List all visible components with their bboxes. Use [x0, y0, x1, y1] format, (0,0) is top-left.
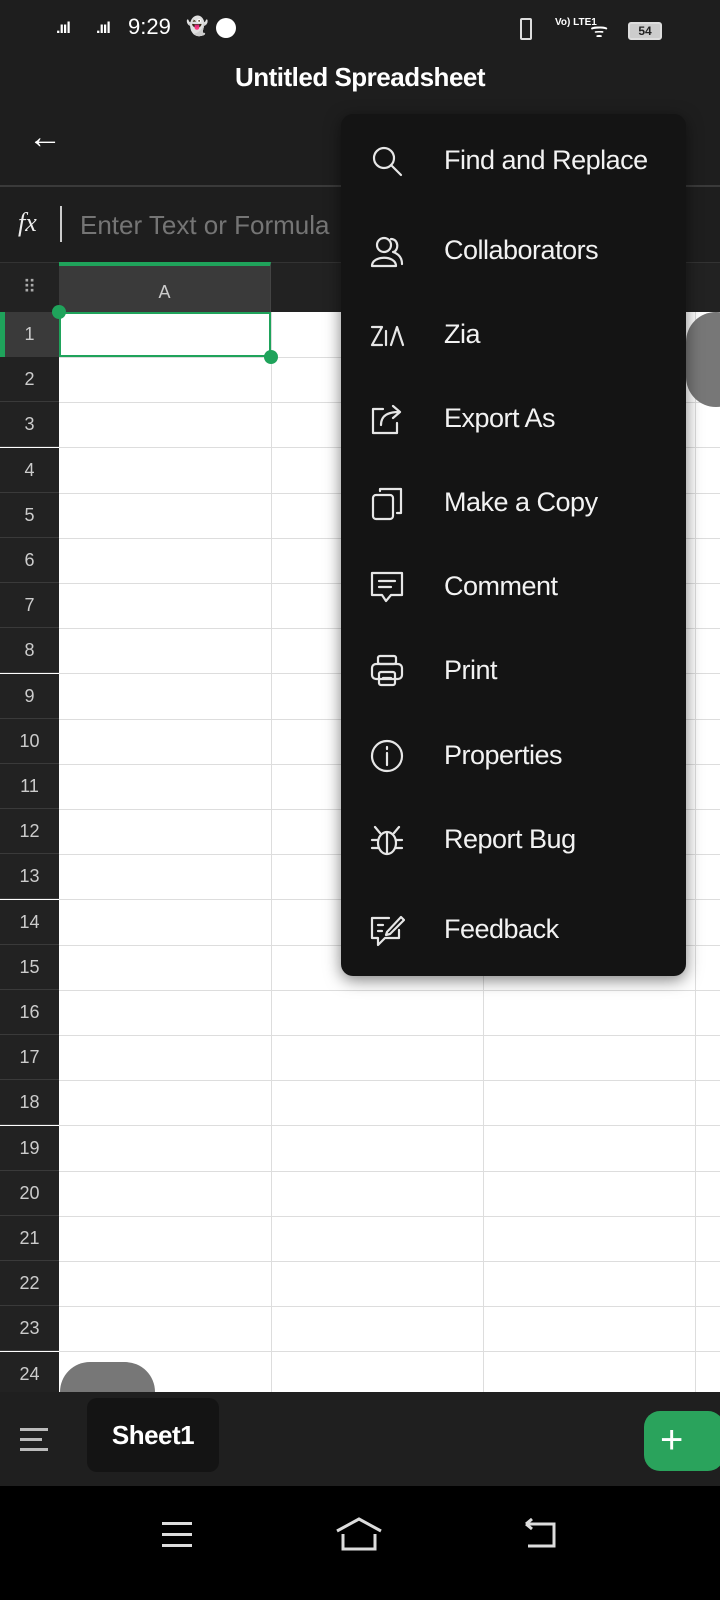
- sheet-list-icon[interactable]: [20, 1428, 50, 1451]
- battery-icon: 54: [628, 22, 662, 40]
- row-header[interactable]: 3: [0, 402, 59, 448]
- menu-item-make-a-copy[interactable]: Make a Copy: [341, 468, 686, 538]
- row-line: [59, 1080, 720, 1082]
- menu-item-label: Collaborators: [444, 235, 599, 265]
- row-line: [59, 989, 720, 991]
- menu-item-label: Export As: [444, 403, 556, 433]
- export-icon: [371, 404, 402, 435]
- menu-item-label: Feedback: [444, 914, 559, 944]
- scroll-handle-vertical[interactable]: [686, 312, 720, 407]
- formula-input[interactable]: [80, 210, 340, 241]
- copy-icon: [371, 487, 403, 521]
- signal-icon: .ııl: [56, 20, 71, 37]
- clock: 9:29: [128, 14, 171, 39]
- row-header[interactable]: 15: [0, 944, 59, 990]
- selection-handle[interactable]: [264, 350, 278, 364]
- column-line: [695, 312, 696, 1392]
- menu-item-label: Report Bug: [444, 824, 576, 854]
- row-header[interactable]: 12: [0, 809, 59, 855]
- column-header-a[interactable]: A: [59, 262, 271, 312]
- row-header[interactable]: 8: [0, 628, 59, 674]
- fx-icon: fx: [18, 208, 37, 237]
- menu-item-zia[interactable]: Zia: [341, 300, 686, 370]
- back-arrow-icon[interactable]: ←: [28, 118, 62, 157]
- row-header[interactable]: 7: [0, 583, 59, 629]
- row-header[interactable]: 22: [0, 1261, 59, 1307]
- vibrate-icon: [520, 18, 532, 40]
- sheet-tab[interactable]: Sheet1: [87, 1398, 219, 1472]
- menu-item-label: Make a Copy: [444, 487, 598, 517]
- row-line: [59, 1170, 720, 1172]
- signal-icon: .ııl: [96, 20, 111, 37]
- cursor-divider: [60, 206, 62, 242]
- feedback-icon: [370, 915, 405, 947]
- row-header[interactable]: 13: [0, 854, 59, 900]
- row-header[interactable]: 5: [0, 492, 59, 538]
- row-header[interactable]: 19: [0, 1125, 59, 1171]
- row-line: [59, 1215, 720, 1217]
- row-header[interactable]: 16: [0, 990, 59, 1035]
- info-icon: [370, 739, 404, 773]
- menu-item-label: Properties: [444, 740, 563, 770]
- row-header[interactable]: 1: [0, 312, 59, 357]
- messenger-icon: [216, 18, 236, 38]
- row-line: [59, 1351, 720, 1353]
- row-header[interactable]: 2: [0, 357, 59, 403]
- row-header[interactable]: 11: [0, 764, 59, 809]
- row-line: [59, 1035, 720, 1036]
- row-header[interactable]: 4: [0, 447, 59, 493]
- row-header[interactable]: 10: [0, 718, 59, 764]
- menu-item-collaborators[interactable]: Collaborators: [341, 216, 686, 286]
- row-header[interactable]: 23: [0, 1306, 59, 1352]
- wifi-icon: ᯤ: [590, 20, 609, 42]
- comment-icon: [370, 571, 404, 603]
- menu-item-label: Zia: [444, 319, 481, 349]
- print-icon: [370, 654, 404, 687]
- status-bar: .ııl .ııl 9:29 👻 Vo) LTE1 ᯤ 54: [0, 0, 720, 60]
- add-sheet-button[interactable]: +: [644, 1411, 720, 1471]
- row-header[interactable]: 6: [0, 538, 59, 583]
- menu-item-export-as[interactable]: Export As: [341, 384, 686, 454]
- page-title: Untitled Spreadsheet: [234, 62, 486, 92]
- search-icon: [372, 146, 403, 177]
- menu-item-properties[interactable]: Properties: [341, 721, 686, 791]
- menu-item-print[interactable]: Print: [341, 636, 686, 706]
- row-header[interactable]: 21: [0, 1216, 59, 1261]
- selected-cell-a1[interactable]: [59, 312, 271, 357]
- row-header[interactable]: 18: [0, 1080, 59, 1126]
- snapchat-icon: 👻: [186, 16, 209, 36]
- recents-icon[interactable]: [162, 1522, 192, 1547]
- home-icon[interactable]: [334, 1516, 384, 1552]
- bug-icon: [370, 825, 404, 856]
- menu-item-comment[interactable]: Comment: [341, 552, 686, 622]
- row-selection-indicator: [0, 312, 5, 357]
- selection-handle[interactable]: [52, 305, 66, 319]
- zia-icon: [370, 325, 405, 347]
- row-line: [59, 1125, 720, 1127]
- menu-item-feedback[interactable]: Feedback: [341, 895, 686, 965]
- menu-item-label: Print: [444, 655, 498, 685]
- row-header[interactable]: 14: [0, 899, 59, 945]
- menu-item-find-and-replace[interactable]: Find and Replace: [341, 126, 686, 196]
- menu-item-label: Find and Replace: [444, 145, 648, 175]
- menu-item-label: Comment: [444, 571, 558, 601]
- row-line: [59, 1261, 720, 1262]
- overflow-menu: Find and Replace Collaborators Zia Export A…: [341, 114, 686, 976]
- row-header[interactable]: 17: [0, 1035, 59, 1081]
- menu-item-report-bug[interactable]: Report Bug: [341, 805, 686, 875]
- system-nav-bar: [0, 1486, 720, 1600]
- row-line: [59, 1306, 720, 1308]
- column-line: [271, 312, 272, 1392]
- back-nav-icon[interactable]: [522, 1518, 558, 1550]
- row-header[interactable]: 20: [0, 1170, 59, 1216]
- row-header[interactable]: 9: [0, 673, 59, 719]
- users-icon: [370, 236, 404, 268]
- row-header[interactable]: 24: [0, 1351, 59, 1397]
- select-all-icon[interactable]: ⠿: [0, 262, 59, 312]
